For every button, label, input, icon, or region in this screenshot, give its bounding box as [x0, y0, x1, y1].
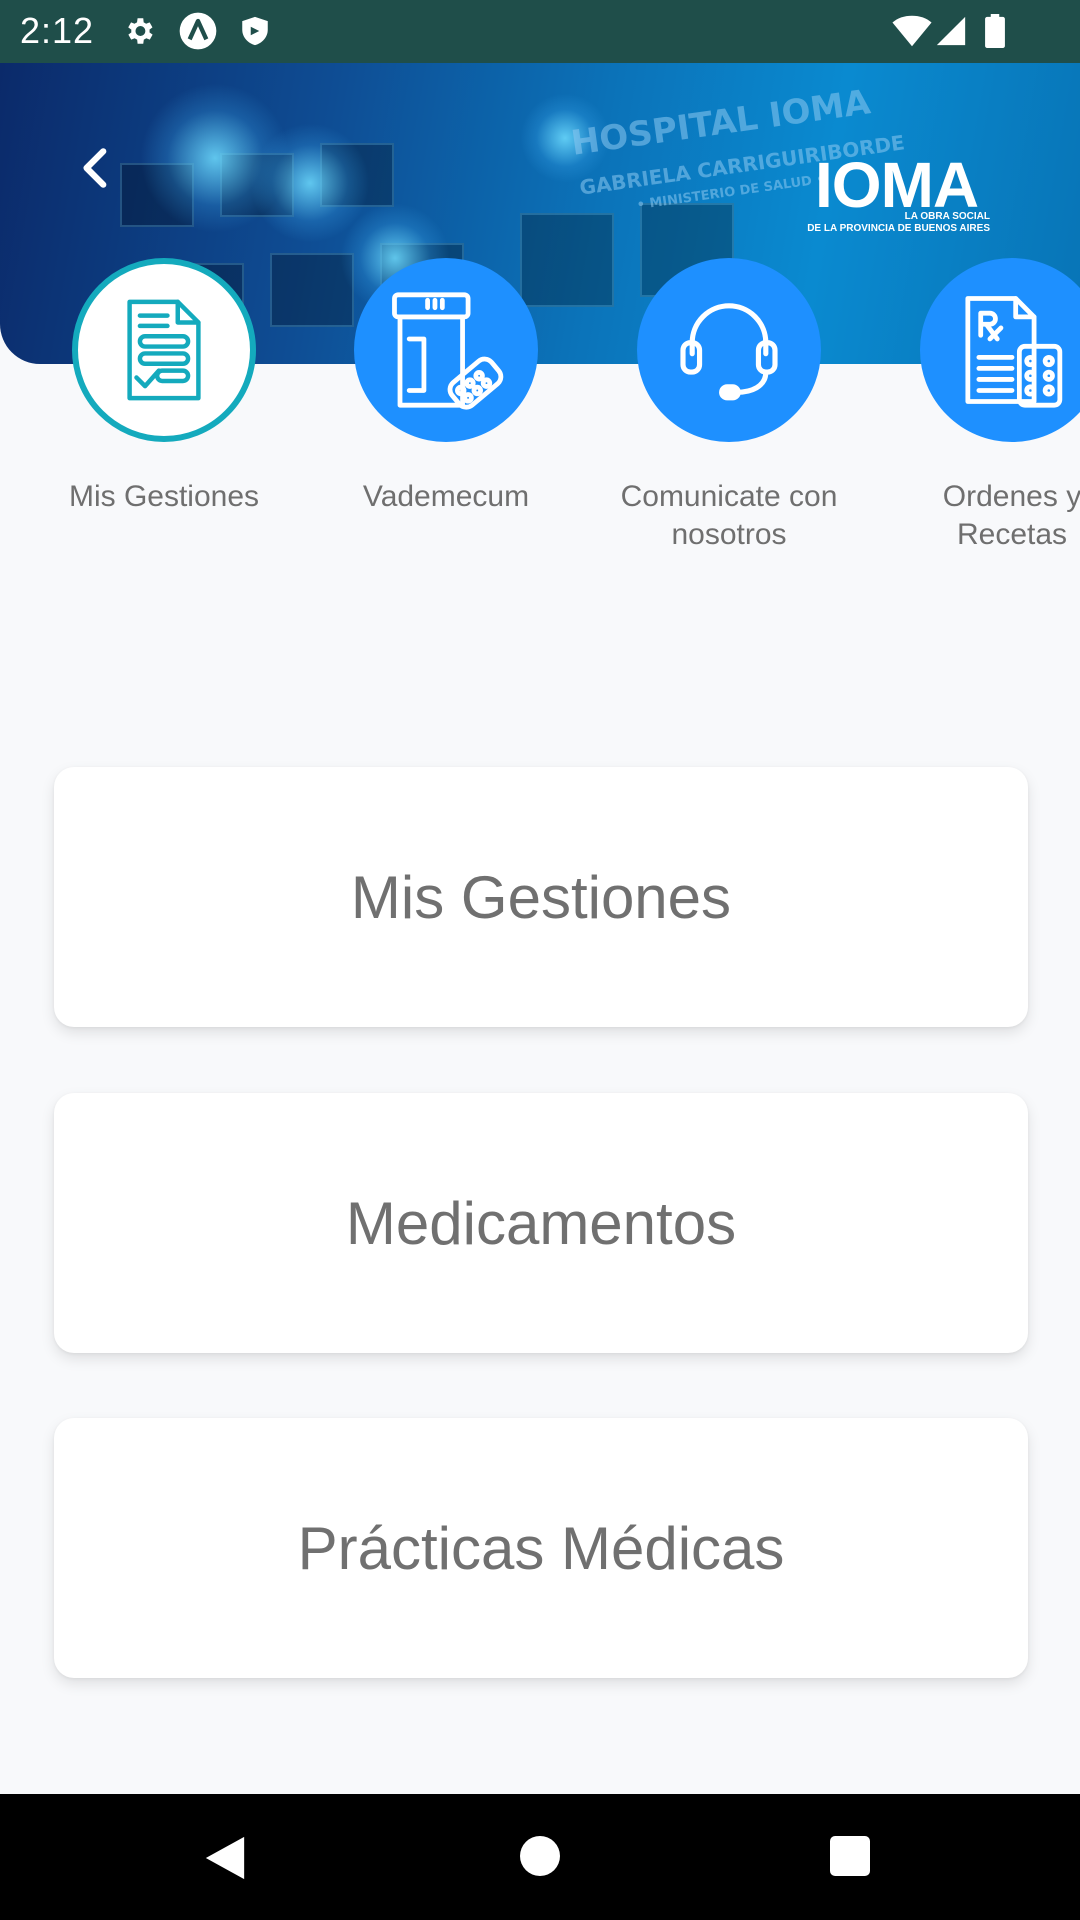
quick-item-comunicate[interactable]: Comunicate con nosotros [565, 258, 845, 558]
card-practicas-medicas[interactable]: Prácticas Médicas [54, 1418, 1028, 1678]
quick-circle[interactable] [354, 258, 538, 442]
quick-label-line1: Vademecum [362, 480, 530, 513]
quick-item-ordenes-recetas[interactable]: Ordenes y Recetas [848, 258, 1080, 558]
logo-tagline-2: DE LA PROVINCIA DE BUENOS AIRES [807, 223, 990, 234]
battery-icon [985, 14, 1005, 48]
quick-label-line1: Mis Gestiones [68, 480, 260, 513]
card-label: Medicamentos [345, 1189, 737, 1257]
quick-label-line1: Ordenes y [942, 480, 1080, 513]
recents-square-icon[interactable] [830, 1836, 870, 1876]
status-bar: 2:12 [0, 0, 1080, 63]
quick-circle[interactable] [72, 258, 256, 442]
quick-item-label: Comunicate con nosotros [565, 478, 893, 554]
signal-icon [936, 16, 966, 46]
status-time: 2:12 [20, 10, 95, 51]
quick-item-label: Ordenes y Recetas [848, 478, 1080, 554]
quick-label-line1: Comunicate con [620, 480, 838, 513]
app-a-icon [179, 12, 217, 50]
shield-icon [242, 16, 268, 46]
back-triangle-icon[interactable] [202, 1834, 248, 1882]
prescription-icon [965, 296, 1063, 408]
quick-item-label: Mis Gestiones [0, 478, 328, 516]
home-circle-icon[interactable] [520, 1836, 560, 1876]
quick-circle[interactable] [920, 258, 1080, 442]
document-check-icon [127, 299, 201, 401]
quick-item-label: Vademecum [282, 478, 610, 516]
quick-label-line2: Recetas [956, 518, 1068, 551]
quick-circle[interactable] [637, 258, 821, 442]
headset-icon [680, 303, 778, 401]
system-nav-bar [0, 1794, 1080, 1920]
gear-icon [128, 18, 153, 44]
chevron-left-icon[interactable] [72, 143, 122, 193]
pill-bottle-icon [392, 292, 504, 410]
card-label: Prácticas Médicas [297, 1514, 785, 1582]
logo-tagline-1: LA OBRA SOCIAL [904, 211, 990, 222]
card-medicamentos[interactable]: Medicamentos [54, 1093, 1028, 1353]
quick-item-mis-gestiones[interactable]: Mis Gestiones [0, 258, 280, 558]
card-mis-gestiones[interactable]: Mis Gestiones [54, 767, 1028, 1027]
wifi-icon [892, 15, 932, 47]
quick-label-line2: nosotros [671, 518, 787, 551]
card-label: Mis Gestiones [350, 863, 732, 931]
quick-item-vademecum[interactable]: Vademecum [282, 258, 562, 558]
